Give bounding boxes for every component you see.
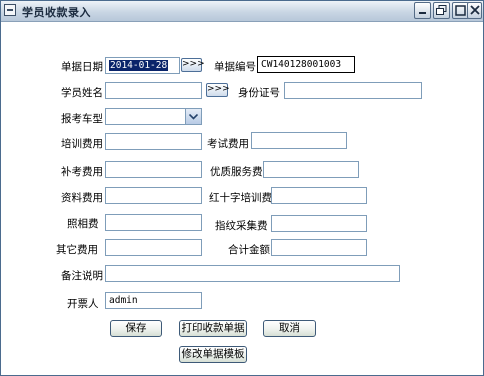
license-type-label: 报考车型 bbox=[61, 113, 103, 125]
restore-button[interactable] bbox=[433, 2, 450, 19]
restore-icon bbox=[436, 5, 447, 15]
cancel-button[interactable]: 取消 bbox=[263, 320, 316, 337]
id-number-label: 身份证号 bbox=[238, 87, 280, 99]
edit-template-button[interactable]: 修改单据模板 bbox=[179, 346, 247, 363]
print-receipt-button[interactable]: 打印收款单据 bbox=[179, 320, 247, 337]
bill-date-label: 单据日期 bbox=[61, 61, 103, 73]
close-button[interactable] bbox=[467, 2, 482, 19]
other-fee-label: 其它费用 bbox=[56, 244, 98, 256]
red-cross-training-fee-field[interactable] bbox=[271, 187, 367, 204]
close-icon bbox=[470, 5, 480, 15]
materials-fee-field[interactable] bbox=[105, 187, 202, 204]
title-bar: 学员收款录入 bbox=[1, 1, 483, 22]
window-menu-icon[interactable] bbox=[4, 4, 16, 16]
student-lookup-button[interactable]: >>> bbox=[206, 83, 230, 97]
student-name-label: 学员姓名 bbox=[61, 87, 103, 99]
issuer-field[interactable]: admin bbox=[105, 292, 202, 309]
student-name-field[interactable] bbox=[105, 82, 202, 99]
materials-fee-label: 资料费用 bbox=[61, 192, 103, 204]
training-fee-field[interactable] bbox=[105, 133, 202, 150]
other-fee-field[interactable] bbox=[105, 239, 202, 256]
issuer-label: 开票人 bbox=[67, 298, 99, 310]
date-picker-button[interactable]: >>> bbox=[181, 58, 205, 72]
premium-service-fee-label: 优质服务费 bbox=[210, 166, 263, 178]
total-amount-label: 合计金额 bbox=[228, 244, 270, 256]
exam-fee-label: 考试费用 bbox=[207, 138, 249, 150]
save-button[interactable]: 保存 bbox=[110, 320, 162, 337]
exam-fee-field[interactable] bbox=[251, 132, 347, 149]
id-number-field[interactable] bbox=[284, 82, 422, 99]
photo-fee-field[interactable] bbox=[105, 214, 202, 231]
chevron-down-icon bbox=[189, 114, 198, 120]
photo-fee-label: 照相费 bbox=[67, 218, 99, 230]
fingerprint-fee-field[interactable] bbox=[271, 215, 367, 232]
maximize-icon bbox=[455, 5, 466, 16]
window-title: 学员收款录入 bbox=[22, 6, 91, 19]
minimize-icon bbox=[419, 12, 426, 14]
bill-date-field[interactable]: 2014-01-28 bbox=[105, 57, 180, 74]
remarks-field[interactable] bbox=[105, 265, 400, 282]
bill-number-field[interactable]: CW140128001003 bbox=[257, 56, 355, 73]
makeup-exam-fee-label: 补考费用 bbox=[61, 166, 103, 178]
remarks-label: 备注说明 bbox=[61, 270, 103, 282]
bill-date-value: 2014-01-28 bbox=[109, 60, 169, 71]
total-amount-field[interactable] bbox=[271, 239, 367, 256]
premium-service-fee-field[interactable] bbox=[263, 161, 359, 178]
minimize-button[interactable] bbox=[414, 2, 431, 19]
bill-number-label: 单据编号 bbox=[214, 61, 256, 73]
red-cross-training-fee-label: 红十字培训费 bbox=[209, 192, 272, 204]
fingerprint-fee-label: 指纹采集费 bbox=[215, 220, 268, 232]
license-type-select[interactable] bbox=[105, 108, 202, 125]
receipt-entry-window: 学员收款录入 单据日期 2014-01-28 >>> 单据编号 CW140128… bbox=[0, 0, 484, 376]
dropdown-button[interactable] bbox=[185, 109, 201, 124]
makeup-exam-fee-field[interactable] bbox=[105, 161, 202, 178]
training-fee-label: 培训费用 bbox=[61, 138, 103, 150]
